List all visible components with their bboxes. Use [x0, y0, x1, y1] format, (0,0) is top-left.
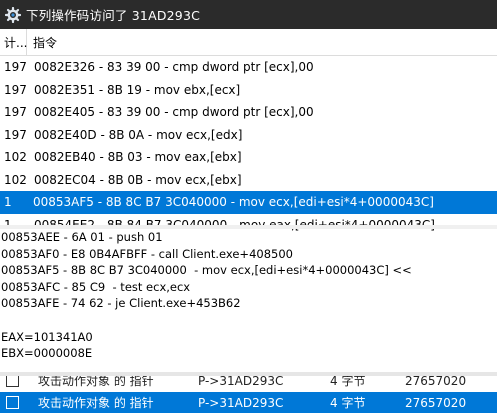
entry-value: 27657020 [405, 376, 467, 388]
opcode-count: 197 [4, 127, 27, 142]
column-header-count-label: 计... [4, 35, 28, 50]
opcode-count: 197 [4, 60, 27, 75]
active-checkbox[interactable] [6, 396, 19, 409]
opcode-row[interactable]: 197 0082E351 - 8B 19 - mov ebx,[ecx] [0, 79, 497, 102]
opcode-list-header: 计... 指令 [0, 29, 497, 56]
opcode-list[interactable]: 197 0082E326 - 83 39 00 - cmp dword ptr … [0, 56, 497, 236]
entry-address: P->31AD293C [198, 376, 284, 388]
instruction-details: 00853AEE - 6A 01 - push 01 00853AF0 - E8… [1, 230, 412, 361]
opcode-instruction: 0082E405 - 83 39 00 - cmp dword ptr [ecx… [34, 105, 314, 120]
opcode-count: 197 [4, 105, 27, 120]
cheat-table-row-selected[interactable]: 攻击动作对象 的 指针 P->31AD293C 4 字节 27657020 [0, 392, 497, 413]
opcode-instruction: 0082EB40 - 8B 03 - mov eax,[ebx] [34, 150, 242, 165]
opcode-row[interactable]: 197 0082E326 - 83 39 00 - cmp dword ptr … [0, 56, 497, 79]
opcode-row[interactable]: 197 0082E40D - 8B 0A - mov ecx,[edx] [0, 124, 497, 147]
opcode-row[interactable]: 197 0082E405 - 83 39 00 - cmp dword ptr … [0, 101, 497, 124]
opcode-instruction: 0082E351 - 8B 19 - mov ebx,[ecx] [34, 82, 241, 97]
opcode-count: 1 [4, 195, 12, 210]
cheat-table-row[interactable]: 攻击动作对象 的 指针 P->31AD293C 4 字节 27657020 [0, 376, 497, 391]
opcode-row-selected[interactable]: 1 00853AF5 - 8B 8C B7 3C040000 - mov ecx… [0, 191, 497, 214]
opcode-instruction: 00853AF5 - 8B 8C B7 3C040000 - mov ecx,[… [33, 195, 434, 210]
entry-type: 4 字节 [330, 396, 366, 410]
opcode-row[interactable]: 102 0082EC04 - 8B 0B - mov ecx,[ebx] [0, 169, 497, 192]
entry-value: 27657020 [405, 395, 467, 410]
opcode-count: 102 [4, 172, 27, 187]
window-title: 下列操作码访问了 31AD293C [26, 8, 201, 23]
window-titlebar[interactable]: 下列操作码访问了 31AD293C [0, 0, 497, 29]
opcode-count: 197 [4, 82, 27, 97]
column-header-count[interactable]: 计... [0, 29, 27, 55]
entry-description: 攻击动作对象 的 指针 [38, 396, 154, 410]
gear-icon [0, 0, 26, 29]
column-header-instruction[interactable]: 指令 [27, 34, 57, 51]
entry-description: 攻击动作对象 的 指针 [38, 376, 154, 388]
opcode-count: 102 [4, 150, 27, 165]
opcode-row[interactable]: 102 0082EB40 - 8B 03 - mov eax,[ebx] [0, 146, 497, 169]
opcode-instruction: 0082E40D - 8B 0A - mov ecx,[edx] [34, 127, 243, 142]
entry-address: P->31AD293C [198, 395, 284, 410]
opcode-instruction: 0082EC04 - 8B 0B - mov ecx,[ebx] [34, 172, 242, 187]
opcode-instruction: 0082E326 - 83 39 00 - cmp dword ptr [ecx… [34, 60, 314, 75]
column-header-instruction-label: 指令 [33, 35, 58, 50]
cheat-table-list[interactable]: 攻击动作对象 的 指针 P->31AD293C 4 字节 27657020 攻击… [0, 376, 497, 417]
active-checkbox[interactable] [6, 376, 19, 387]
entry-type: 4 字节 [330, 376, 366, 388]
